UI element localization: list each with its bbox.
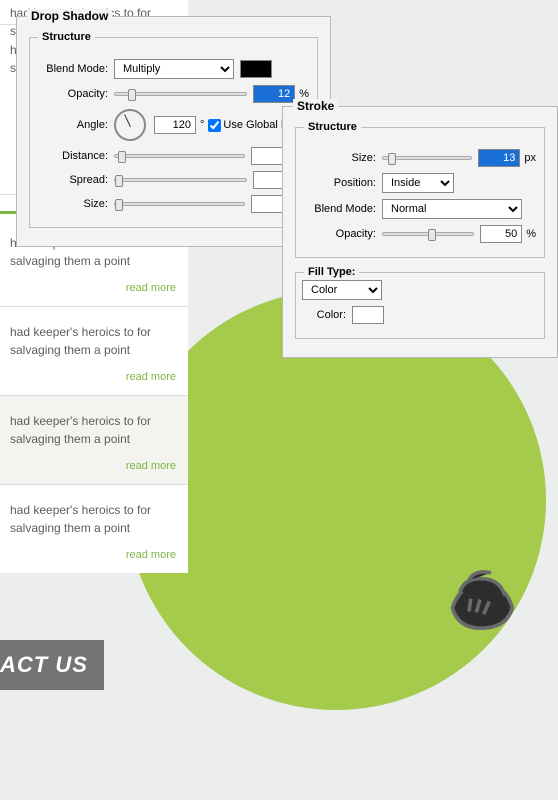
stroke-color-swatch[interactable] (352, 306, 384, 324)
opacity-unit: % (526, 228, 536, 240)
read-more-link[interactable]: read more (126, 549, 176, 561)
position-label: Position: (304, 177, 376, 189)
read-more-link[interactable]: read more (126, 282, 176, 294)
read-more-link[interactable]: read more (126, 371, 176, 383)
size-unit: px (524, 152, 536, 164)
news-item: had keeper's heroics to for salvaging th… (0, 306, 188, 395)
use-global-light-label: Use Global Li (223, 119, 289, 131)
position-select[interactable]: Inside (382, 173, 454, 193)
contact-us-button[interactable]: ACT US (0, 640, 104, 690)
size-slider[interactable] (114, 202, 245, 206)
angle-unit: ° (200, 119, 204, 131)
spread-slider[interactable] (114, 178, 247, 182)
size-label: Size: (304, 152, 376, 164)
read-more-link[interactable]: read more (126, 460, 176, 472)
fill-type-legend: Fill Type: (304, 266, 359, 278)
distance-slider[interactable] (114, 154, 245, 158)
opacity-input[interactable] (253, 85, 295, 103)
news-item: had keeper's heroics to for salvaging th… (0, 484, 188, 573)
spread-label: Spread: (38, 174, 108, 186)
size-input[interactable] (478, 149, 520, 167)
blend-mode-select[interactable]: Multiply (114, 59, 234, 79)
opacity-slider[interactable] (114, 92, 247, 96)
blend-mode-label: Blend Mode: (304, 203, 376, 215)
fill-type-select[interactable]: Color (302, 280, 382, 300)
news-text: had keeper's heroics to for salvaging th… (10, 501, 178, 537)
opacity-input[interactable] (480, 225, 522, 243)
blend-mode-select[interactable]: Normal (382, 199, 522, 219)
news-text: had keeper's heroics to for salvaging th… (10, 323, 178, 359)
structure-legend: Structure (304, 121, 361, 133)
angle-dial[interactable] (114, 109, 146, 141)
news-text: had keeper's heroics to for salvaging th… (10, 412, 178, 448)
news-item: had keeper's heroics to for salvaging th… (0, 395, 188, 484)
brand-logo (434, 548, 526, 640)
shadow-color-swatch[interactable] (240, 60, 272, 78)
blend-mode-label: Blend Mode: (38, 63, 108, 75)
size-label: Size: (38, 198, 108, 210)
opacity-label: Opacity: (38, 88, 108, 100)
distance-label: Distance: (38, 150, 108, 162)
opacity-label: Opacity: (304, 228, 376, 240)
opacity-slider[interactable] (382, 232, 474, 236)
use-global-light-checkbox[interactable] (208, 119, 221, 132)
structure-group: Structure Size: px Position: Inside Blen… (295, 121, 545, 258)
angle-input[interactable] (154, 116, 196, 134)
panel-title: Drop Shadow (27, 9, 112, 23)
fill-type-group: Fill Type: Color Color: (295, 266, 545, 339)
angle-label: Angle: (38, 119, 108, 131)
panel-title: Stroke (293, 99, 338, 113)
size-slider[interactable] (382, 156, 472, 160)
color-label: Color: (304, 309, 346, 321)
structure-legend: Structure (38, 31, 95, 43)
stroke-panel: Stroke Structure Size: px Position: Insi… (282, 106, 558, 358)
structure-group: Structure Blend Mode: Multiply Opacity: … (29, 31, 318, 228)
